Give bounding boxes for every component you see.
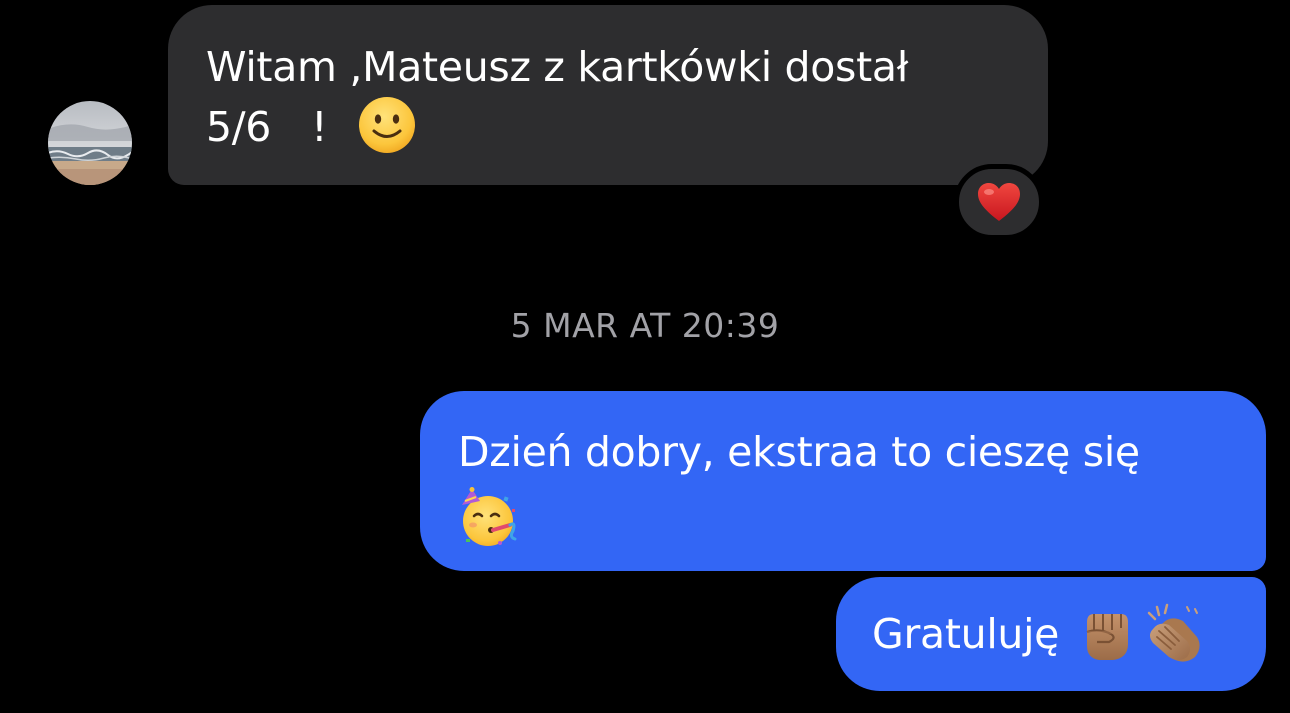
incoming-message-exclamation: ! bbox=[311, 103, 328, 151]
message-timestamp: 5 MAR AT 20:39 bbox=[510, 306, 780, 345]
slightly-smiling-face-icon bbox=[357, 95, 417, 155]
incoming-message-score: 5/6 bbox=[206, 103, 272, 151]
message-reaction-badge[interactable] bbox=[954, 164, 1044, 240]
outgoing-message-text: Gratuluję bbox=[872, 610, 1060, 658]
incoming-message-bubble[interactable]: Witam ,Mateusz z kartkówki dostał 5/6! bbox=[168, 5, 1048, 185]
red-heart-icon bbox=[976, 181, 1022, 223]
clapping-hands-icon bbox=[1143, 603, 1205, 665]
incoming-message-line1: Witam ,Mateusz z kartkówki dostał bbox=[206, 43, 909, 91]
raised-fist-icon bbox=[1079, 604, 1135, 664]
outgoing-message-bubble[interactable]: Gratuluję bbox=[836, 577, 1266, 691]
partying-face-icon bbox=[458, 487, 520, 549]
outgoing-message-text: Dzień dobry, ekstraa to cieszę się bbox=[458, 428, 1140, 476]
sender-avatar[interactable] bbox=[48, 101, 132, 185]
outgoing-message-bubble[interactable]: Dzień dobry, ekstraa to cieszę się bbox=[420, 391, 1266, 571]
